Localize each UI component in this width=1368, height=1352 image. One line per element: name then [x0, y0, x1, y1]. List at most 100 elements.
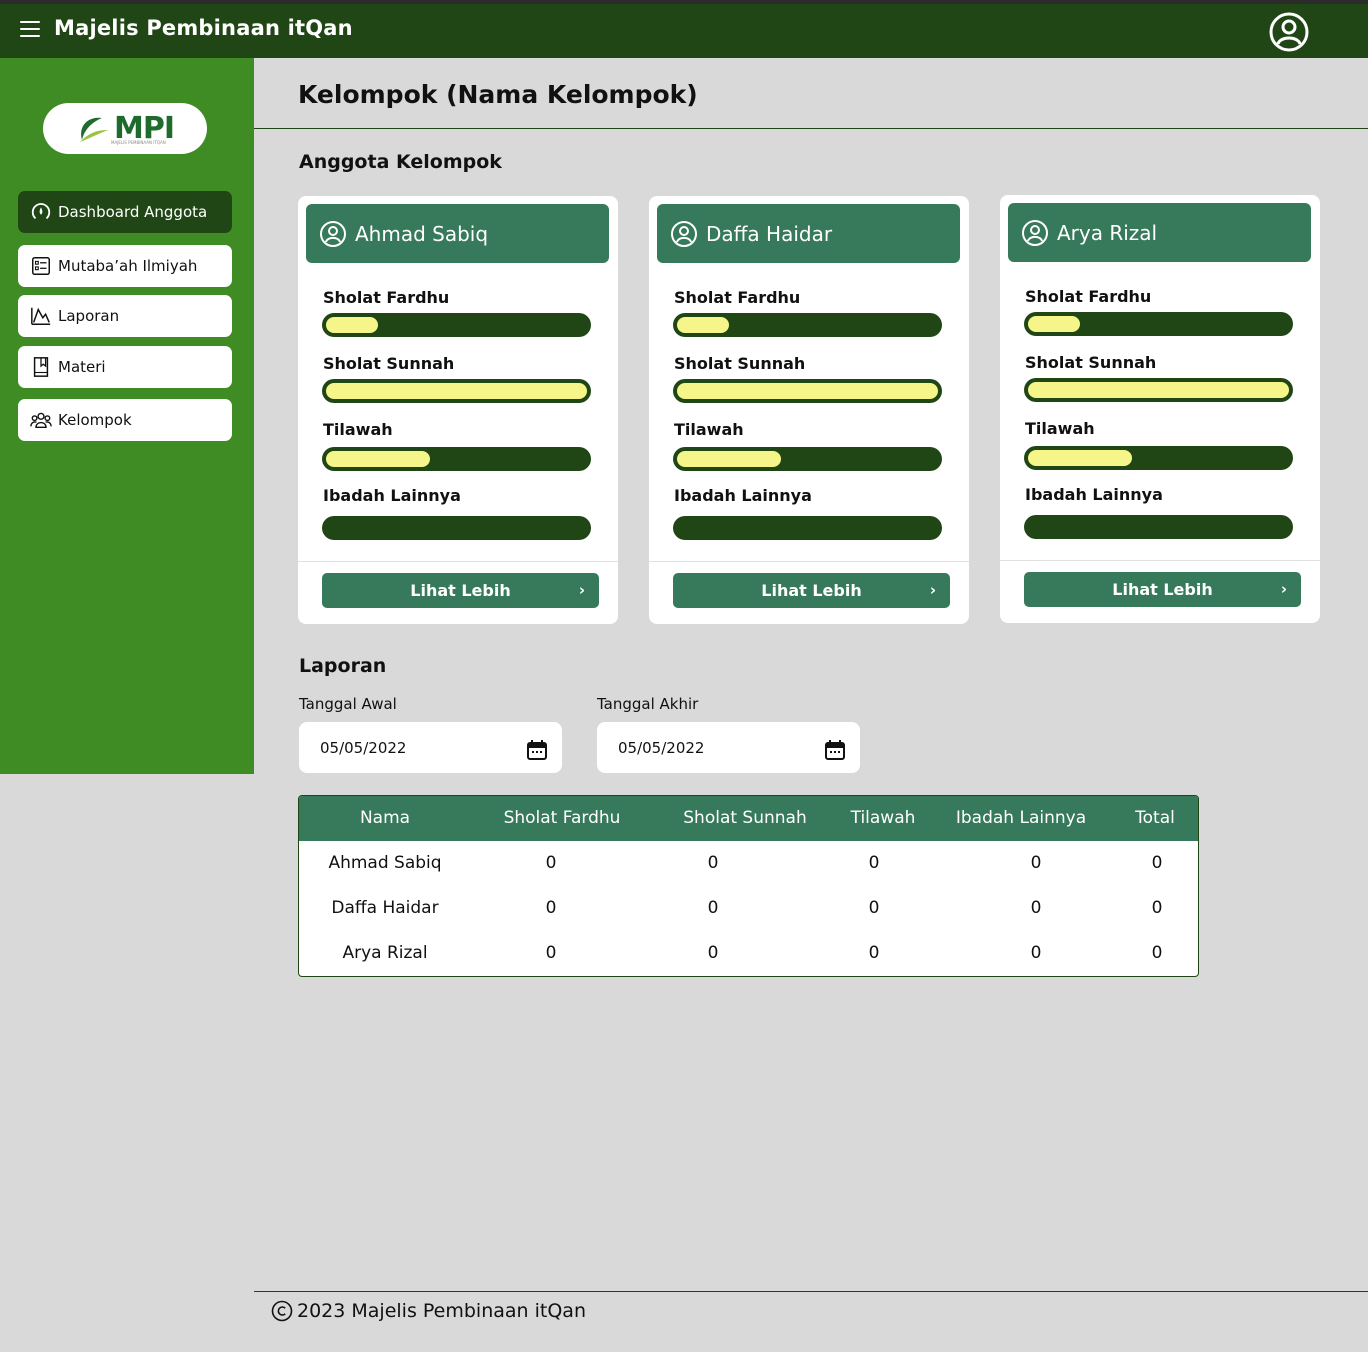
member-card: Daffa Haidar Sholat Fardhu Sholat Sunnah…	[649, 196, 969, 624]
sidebar-item-mutabaah[interactable]: Mutaba’ah Ilmiyah	[18, 245, 232, 287]
table-cell: Arya Rizal	[342, 943, 428, 963]
see-more-button[interactable]: Lihat Lebih ›	[322, 573, 599, 608]
progress-fill	[326, 317, 378, 333]
metric-label: Tilawah	[323, 420, 393, 439]
checklist-icon	[32, 257, 50, 275]
sidebar-item-label: Laporan	[58, 307, 120, 325]
progress-fill	[1028, 382, 1289, 398]
metric-label: Tilawah	[1025, 419, 1095, 438]
member-card: Arya Rizal Sholat Fardhu Sholat Sunnah T…	[1000, 195, 1320, 623]
logo: MPI MAJELIS PEMBINAAN ITQAN	[43, 103, 207, 154]
see-more-button[interactable]: Lihat Lebih ›	[1024, 572, 1301, 607]
progress-fill	[1028, 450, 1132, 466]
member-name: Ahmad Sabiq	[355, 221, 489, 246]
table-cell: 0	[707, 853, 719, 873]
see-more-label: Lihat Lebih	[1112, 580, 1213, 599]
sidebar-item-label: Dashboard Anggota	[58, 203, 208, 221]
member-card-header: Ahmad Sabiq	[306, 204, 609, 263]
account-icon[interactable]	[1268, 11, 1310, 53]
chevron-right-icon: ›	[578, 581, 585, 599]
column-header: Nama	[359, 808, 411, 828]
progress-bar	[673, 379, 942, 403]
progress-bar	[322, 447, 591, 471]
table-cell: Daffa Haidar	[331, 898, 439, 918]
column-header: Tilawah	[850, 808, 916, 828]
chevron-right-icon: ›	[929, 581, 936, 599]
end-date-field[interactable]: 05/05/2022	[597, 722, 860, 773]
card-divider	[298, 561, 618, 562]
report-table: Nama Sholat Fardhu Sholat Sunnah Tilawah…	[298, 795, 1199, 977]
table-cell: 0	[1030, 898, 1042, 918]
members-section-title: Anggota Kelompok	[299, 151, 502, 173]
metric-label: Ibadah Lainnya	[674, 486, 812, 505]
menu-icon[interactable]	[20, 21, 40, 37]
metric-label: Sholat Sunnah	[323, 354, 455, 373]
title-divider	[254, 128, 1368, 129]
see-more-button[interactable]: Lihat Lebih ›	[673, 573, 950, 608]
sidebar-item-kelompok[interactable]: Kelompok	[18, 399, 232, 441]
footer: 2023 Majelis Pembinaan itQan	[271, 1300, 586, 1322]
footer-text: 2023 Majelis Pembinaan itQan	[297, 1300, 586, 1322]
logo-subtext: MAJELIS PEMBINAAN ITQAN	[111, 140, 166, 145]
sidebar-item-label: Mutaba’ah Ilmiyah	[58, 257, 198, 275]
progress-fill	[1028, 316, 1080, 332]
column-header: Total	[1135, 808, 1175, 828]
progress-bar	[1024, 446, 1293, 470]
sidebar-item-laporan[interactable]: Laporan	[18, 295, 232, 337]
member-card: Ahmad Sabiq Sholat Fardhu Sholat Sunnah …	[298, 196, 618, 624]
table-cell: 0	[1030, 943, 1042, 963]
group-icon	[30, 412, 52, 429]
table-cell: 0	[545, 898, 557, 918]
chevron-right-icon: ›	[1280, 580, 1287, 598]
table-cell: 0	[868, 853, 880, 873]
metric-label: Sholat Fardhu	[323, 288, 450, 307]
progress-bar	[673, 313, 942, 337]
table-cell: 0	[545, 853, 557, 873]
metric-label: Tilawah	[674, 420, 744, 439]
start-date-field[interactable]: 05/05/2022	[299, 722, 562, 773]
column-header: Ibadah Lainnya	[955, 808, 1087, 828]
app-title: Majelis Pembinaan itQan	[54, 16, 353, 40]
progress-fill	[677, 317, 729, 333]
member-card-header: Daffa Haidar	[657, 204, 960, 263]
metric-label: Sholat Sunnah	[674, 354, 806, 373]
card-divider	[1000, 560, 1320, 561]
report-section-title: Laporan	[299, 655, 387, 677]
book-icon	[33, 357, 49, 377]
footer-divider	[254, 1291, 1368, 1292]
calendar-icon[interactable]	[526, 739, 548, 761]
table-cell: 0	[868, 898, 880, 918]
table-cell: 0	[707, 943, 719, 963]
card-divider	[649, 561, 969, 562]
copyright-icon	[271, 1300, 293, 1322]
table-cell: 0	[1151, 943, 1163, 963]
sidebar-item-dashboard[interactable]: Dashboard Anggota	[18, 191, 232, 233]
progress-bar	[1024, 515, 1293, 539]
table-header: Nama Sholat Fardhu Sholat Sunnah Tilawah…	[299, 796, 1198, 841]
column-header: Sholat Fardhu	[503, 808, 621, 828]
progress-bar	[673, 516, 942, 540]
metric-label: Ibadah Lainnya	[323, 486, 461, 505]
metric-label: Sholat Fardhu	[674, 288, 801, 307]
metric-label: Ibadah Lainnya	[1025, 485, 1163, 504]
member-name: Arya Rizal	[1057, 220, 1158, 245]
progress-bar	[322, 379, 591, 403]
progress-bar	[322, 313, 591, 337]
sidebar-item-label: Kelompok	[58, 411, 132, 429]
member-card-header: Arya Rizal	[1008, 203, 1311, 262]
table-cell: 0	[1030, 853, 1042, 873]
chart-line-icon	[31, 307, 51, 325]
progress-bar	[673, 447, 942, 471]
see-more-label: Lihat Lebih	[410, 581, 511, 600]
start-date-value: 05/05/2022	[320, 738, 407, 757]
progress-fill	[677, 383, 938, 399]
member-name: Daffa Haidar	[706, 221, 833, 246]
progress-bar	[322, 516, 591, 540]
calendar-icon[interactable]	[824, 739, 846, 761]
table-cell: 0	[1151, 898, 1163, 918]
end-date-label: Tanggal Akhir	[597, 695, 699, 713]
top-bar: Majelis Pembinaan itQan	[0, 4, 1368, 58]
sidebar-item-materi[interactable]: Materi	[18, 346, 232, 388]
progress-bar	[1024, 312, 1293, 336]
progress-fill	[677, 451, 781, 467]
